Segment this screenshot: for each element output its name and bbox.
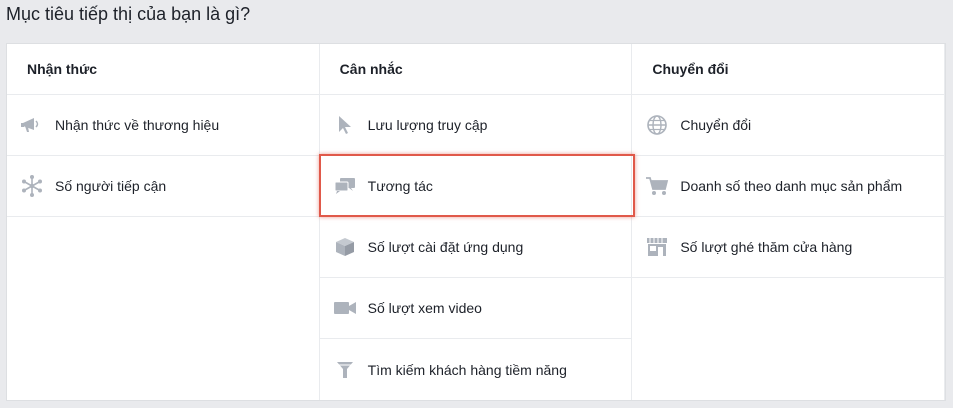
objective-label: Số lượt ghé thăm cửa hàng <box>680 239 853 255</box>
storefront-icon <box>644 234 670 260</box>
objectives-panel: Nhận thức Nhận thức về thương hiệu Số ng… <box>6 43 946 401</box>
column-consideration: Cân nhắc Lưu lượng truy cập Tương tác Số… <box>319 44 633 400</box>
column-header-conversion: Chuyển đổi <box>632 44 945 95</box>
objective-label: Nhận thức về thương hiệu <box>55 117 220 133</box>
objective-label: Doanh số theo danh mục sản phẩm <box>680 178 903 194</box>
objective-conversions[interactable]: Chuyển đổi <box>632 95 945 156</box>
funnel-icon <box>332 357 358 383</box>
reach-burst-icon <box>19 173 45 199</box>
globe-icon <box>644 112 670 138</box>
objective-reach[interactable]: Số người tiếp cận <box>7 156 319 217</box>
objective-lead-generation[interactable]: Tìm kiếm khách hàng tiềm năng <box>320 339 632 400</box>
objective-brand-awareness[interactable]: Nhận thức về thương hiệu <box>7 95 319 156</box>
objective-label: Tương tác <box>367 178 433 194</box>
shopping-cart-icon <box>644 173 670 199</box>
megaphone-icon <box>19 112 45 138</box>
objective-label: Chuyển đổi <box>680 117 752 133</box>
objective-app-installs[interactable]: Số lượt cài đặt ứng dụng <box>319 217 632 278</box>
objective-label: Số lượt xem video <box>367 300 482 316</box>
objective-label: Số lượt cài đặt ứng dụng <box>367 239 524 255</box>
column-header-consideration: Cân nhắc <box>319 44 632 95</box>
objective-label: Tìm kiếm khách hàng tiềm năng <box>367 361 567 378</box>
objective-catalog-sales[interactable]: Doanh số theo danh mục sản phẩm <box>632 156 945 217</box>
column-awareness: Nhận thức Nhận thức về thương hiệu Số ng… <box>7 44 320 400</box>
column-conversion: Chuyển đổi Chuyển đổi Doanh số theo danh… <box>632 44 946 400</box>
box-icon <box>332 234 358 260</box>
objective-store-visits[interactable]: Số lượt ghé thăm cửa hàng <box>632 217 945 278</box>
objective-traffic[interactable]: Lưu lượng truy cập <box>319 95 632 156</box>
objective-engagement[interactable]: Tương tác <box>319 156 632 217</box>
objective-label: Lưu lượng truy cập <box>367 117 488 133</box>
objective-video-views[interactable]: Số lượt xem video <box>319 278 632 339</box>
chat-bubbles-icon <box>332 173 358 199</box>
video-camera-icon <box>332 295 358 321</box>
cursor-icon <box>332 112 358 138</box>
objective-label: Số người tiếp cận <box>55 178 167 194</box>
page-title: Mục tiêu tiếp thị của bạn là gì? <box>6 4 251 24</box>
column-header-awareness: Nhận thức <box>7 44 319 95</box>
